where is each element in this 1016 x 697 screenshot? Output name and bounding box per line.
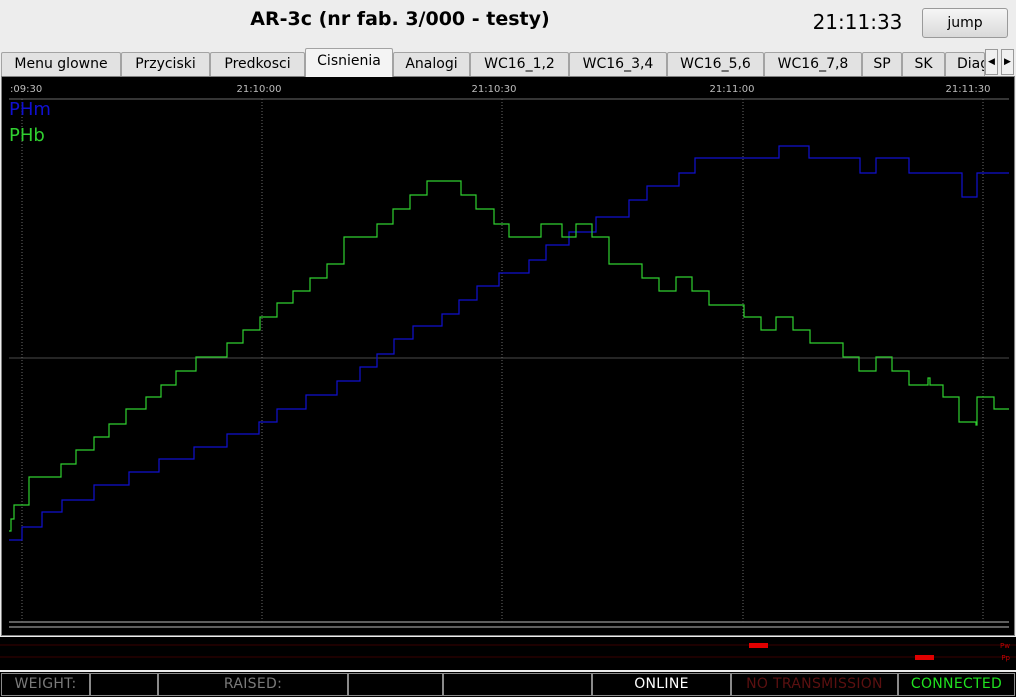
status-footer: WEIGHT: RAISED: ONLINE NO TRANSMISSION C… [0, 672, 1016, 697]
series-line-phb [9, 180, 1009, 532]
empty-cell [443, 673, 592, 696]
tab-analogi[interactable]: Analogi [393, 52, 470, 76]
tab-wc16-1-2[interactable]: WC16_1,2 [470, 52, 569, 76]
x-tick-label: 21:11:00 [710, 84, 755, 95]
pw-label: Pw [1000, 642, 1010, 650]
tab-wc16-3-4[interactable]: WC16_3,4 [569, 52, 667, 76]
connection-status: CONNECTED [898, 673, 1015, 696]
tab-bar: Menu glowne Przyciski Predkosci Cisnieni… [0, 48, 1016, 77]
weight-value [90, 673, 158, 696]
tab-menu-glowne[interactable]: Menu glowne [1, 52, 121, 76]
status-strip-svg: Pw Pp [0, 642, 1016, 662]
x-tick-label: 21:10:30 [472, 84, 517, 95]
x-tick-label: 21:11:30 [946, 84, 991, 95]
tab-wc16-5-6[interactable]: WC16_5,6 [667, 52, 764, 76]
online-status: ONLINE [592, 673, 731, 696]
x-tick-label: :09:30 [10, 84, 42, 95]
x-tick-label: 21:10:00 [237, 84, 282, 95]
raised-value [348, 673, 443, 696]
pp-marker [915, 655, 934, 660]
tab-scroll-right-icon[interactable]: ▶ [1001, 49, 1014, 75]
tab-diag[interactable]: Diag [945, 52, 985, 76]
tab-sp[interactable]: SP [862, 52, 902, 76]
legend-phb: PHb [9, 125, 45, 146]
series-line-phm [9, 145, 1009, 541]
status-strip: Pw Pp [0, 637, 1016, 670]
pressure-chart: :09:30 21:10:00 21:10:30 21:11:00 21:11:30 PH… [1, 76, 1015, 636]
page-title: AR-3c (nr fab. 3/000 - testy) [250, 8, 550, 30]
tab-wc16-7-8[interactable]: WC16_7,8 [764, 52, 862, 76]
tab-predkosci[interactable]: Predkosci [210, 52, 305, 76]
tab-sk[interactable]: SK [902, 52, 945, 76]
app-window: AR-3c (nr fab. 3/000 - testy) 21:11:33 j… [0, 0, 1016, 697]
tab-cisnienia[interactable]: Cisnienia [305, 48, 393, 77]
raised-label: RAISED: [158, 673, 348, 696]
jump-button[interactable]: jump [922, 8, 1008, 38]
pressure-chart-svg: :09:30 21:10:00 21:10:30 21:11:00 21:11:30 PH… [9, 84, 1009, 628]
clock-display: 21:11:33 [812, 10, 903, 34]
pp-label: Pp [1001, 654, 1010, 662]
tab-przyciski[interactable]: Przyciski [121, 52, 210, 76]
legend-phm: PHm [9, 99, 51, 120]
weight-label: WEIGHT: [1, 673, 90, 696]
transmission-status: NO TRANSMISSION [731, 673, 898, 696]
tab-scroll-left-icon[interactable]: ◀ [985, 49, 998, 75]
pw-marker [749, 643, 768, 648]
